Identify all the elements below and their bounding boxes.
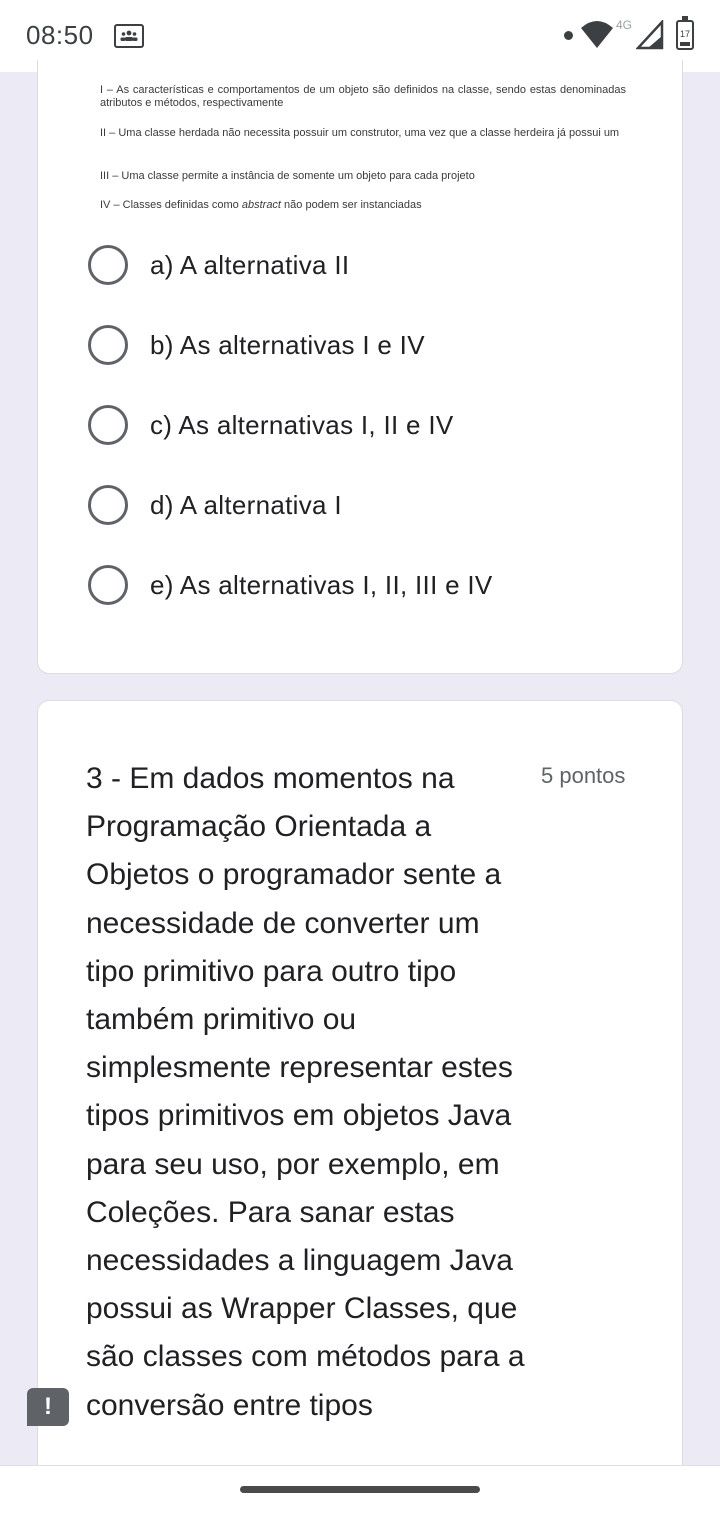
question-3-card: 3 - Em dados momentos na Programação Ori… xyxy=(37,700,683,1480)
question-2-card: I – As características e comportamentos … xyxy=(37,60,683,674)
notification-icon xyxy=(114,24,144,48)
alert-icon[interactable]: ! xyxy=(27,1388,69,1426)
option-c-label: c) As alternativas I, II e IV xyxy=(150,410,454,440)
question-points: 5 pontos xyxy=(541,763,626,788)
option-b[interactable]: b) As alternativas I e IV xyxy=(86,317,626,373)
statement-4-prefix: IV – Classes definidas como xyxy=(100,199,242,211)
battery-fill xyxy=(680,41,690,46)
option-e-label: e) As alternativas I, II, III e IV xyxy=(150,570,493,600)
radio-button-e[interactable] xyxy=(88,565,128,605)
option-c[interactable]: c) As alternativas I, II e IV xyxy=(86,397,626,453)
battery-level: 17 xyxy=(679,29,690,39)
home-gesture-handle[interactable] xyxy=(240,1486,480,1493)
statement-4: IV – Classes definidas como abstract não… xyxy=(100,199,626,212)
radio-button-a[interactable] xyxy=(88,245,128,285)
option-e[interactable]: e) As alternativas I, II, III e IV xyxy=(86,557,626,613)
statement-1: I – As características e comportamentos … xyxy=(100,84,626,109)
statement-4-suffix: não podem ser instanciadas xyxy=(281,199,422,211)
radio-button-b[interactable] xyxy=(88,325,128,365)
option-d[interactable]: d) A alternativa I xyxy=(86,477,626,533)
network-type-label: 4G xyxy=(616,18,633,32)
statement-3: III – Uma classe permite a instância de … xyxy=(100,170,475,182)
option-b-label: b) As alternativas I e IV xyxy=(150,330,425,360)
radio-button-c[interactable] xyxy=(88,405,128,445)
option-d-label: d) A alternativa I xyxy=(150,490,342,520)
statement-4-emphasis: abstract xyxy=(241,199,281,211)
battery-icon: 17 xyxy=(676,20,694,50)
question-3-text: 3 - Em dados momentos na Programação Ori… xyxy=(86,762,525,1422)
statement-2: II – Uma classe herdada não necessita po… xyxy=(100,127,620,139)
wifi-icon xyxy=(580,18,614,55)
option-a-label: a) A alternativa II xyxy=(150,250,350,280)
status-time: 08:50 xyxy=(26,20,94,50)
option-a[interactable]: a) A alternativa II xyxy=(86,237,626,293)
radio-button-d[interactable] xyxy=(88,485,128,525)
navigation-bar xyxy=(0,1465,720,1513)
signal-icon xyxy=(635,18,664,55)
dot-icon xyxy=(564,31,573,40)
